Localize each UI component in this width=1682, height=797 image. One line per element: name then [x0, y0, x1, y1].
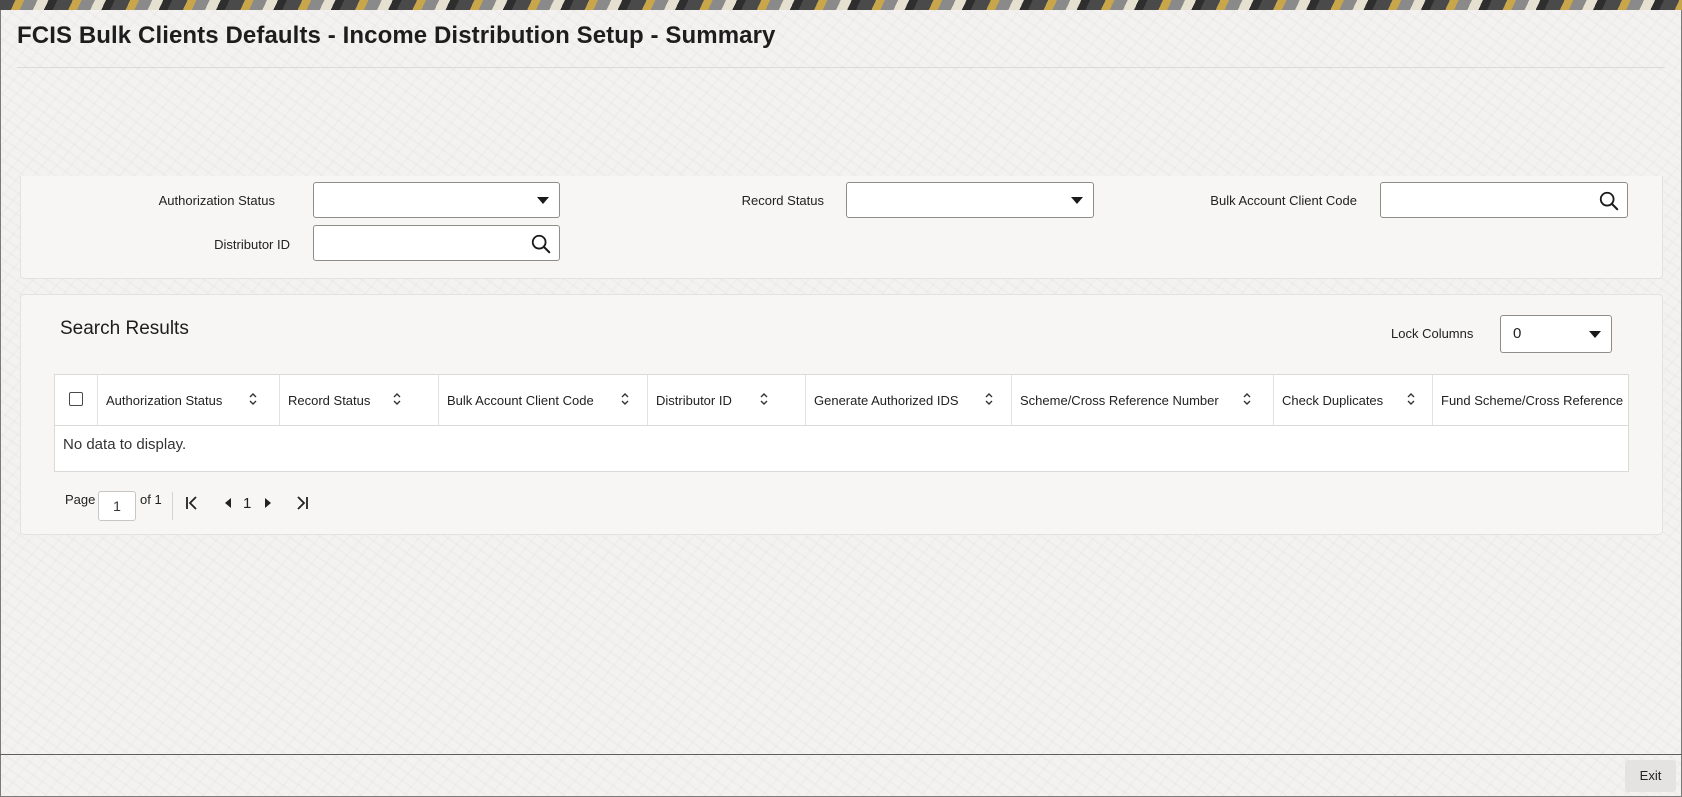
current-page-number: 1 [243, 495, 252, 512]
distributor-id-label: Distributor ID [214, 237, 290, 252]
sort-icon[interactable] [392, 390, 402, 408]
record-status-select[interactable] [846, 182, 1094, 218]
title-divider [17, 67, 1665, 68]
column-header-fund-scheme-cross-reference[interactable]: Fund Scheme/Cross Reference [1433, 375, 1628, 425]
sort-icon[interactable] [1242, 390, 1252, 408]
table-header: Authorization Status Record Status Bulk … [55, 375, 1628, 426]
distributor-id-input[interactable] [313, 225, 560, 261]
select-all-cell [55, 375, 98, 425]
column-header-distributor-id[interactable]: Distributor ID [648, 375, 806, 425]
lock-columns-label: Lock Columns [1391, 326, 1474, 341]
bulk-account-client-code-label: Bulk Account Client Code [1210, 193, 1357, 208]
column-header-authorization-status[interactable]: Authorization Status [98, 375, 280, 425]
page-of-label: of 1 [140, 492, 162, 507]
column-header-label: Fund Scheme/Cross Reference [1441, 393, 1624, 408]
select-all-checkbox[interactable] [69, 392, 83, 406]
column-header-record-status[interactable]: Record Status [280, 375, 439, 425]
chevron-down-icon[interactable] [537, 197, 549, 204]
authorization-status-label: Authorization Status [158, 193, 275, 208]
last-page-icon[interactable] [293, 494, 311, 512]
column-header-label: Distributor ID [656, 393, 732, 408]
chevron-down-icon[interactable] [1589, 331, 1601, 338]
sort-icon[interactable] [984, 390, 994, 408]
sort-icon[interactable] [759, 390, 769, 408]
chevron-down-icon[interactable] [1071, 197, 1083, 204]
record-status-label: Record Status [741, 193, 824, 208]
first-page-icon[interactable] [183, 494, 201, 512]
search-results-title: Search Results [60, 318, 189, 339]
column-header-scheme-cross-reference-number[interactable]: Scheme/Cross Reference Number [1012, 375, 1274, 425]
column-header-label: Bulk Account Client Code [447, 393, 594, 408]
results-table: Authorization Status Record Status Bulk … [54, 374, 1629, 472]
column-header-label: Record Status [288, 393, 371, 408]
bulk-account-client-code-input[interactable] [1380, 182, 1628, 218]
column-header-label: Check Duplicates [1282, 393, 1384, 408]
lock-columns-value: 0 [1513, 325, 1522, 342]
column-header-label: Authorization Status [106, 393, 223, 408]
pagination-divider [172, 492, 173, 520]
page-label: Page [65, 492, 96, 507]
search-icon[interactable] [1598, 190, 1620, 212]
sort-icon[interactable] [620, 390, 630, 408]
page-title: FCIS Bulk Clients Defaults - Income Dist… [17, 22, 776, 49]
next-page-icon[interactable] [259, 494, 277, 512]
lock-columns-select[interactable]: 0 [1500, 315, 1612, 353]
exit-button[interactable]: Exit [1625, 760, 1676, 792]
sort-icon[interactable] [1406, 390, 1416, 408]
column-header-check-duplicates[interactable]: Check Duplicates [1274, 375, 1433, 425]
empty-table-message: No data to display. [63, 436, 187, 453]
authorization-status-select[interactable] [313, 182, 560, 218]
header-banner [0, 0, 1682, 10]
column-header-bulk-account-client-code[interactable]: Bulk Account Client Code [439, 375, 648, 425]
column-header-generate-authorized-ids[interactable]: Generate Authorized IDS [806, 375, 1012, 425]
column-header-label: Generate Authorized IDS [814, 393, 959, 408]
column-header-label: Scheme/Cross Reference Number [1020, 393, 1219, 408]
previous-page-icon[interactable] [219, 494, 237, 512]
page-number-input[interactable]: 1 [98, 491, 136, 521]
footer-divider [0, 754, 1682, 755]
sort-icon[interactable] [248, 390, 258, 408]
search-icon[interactable] [530, 233, 552, 255]
